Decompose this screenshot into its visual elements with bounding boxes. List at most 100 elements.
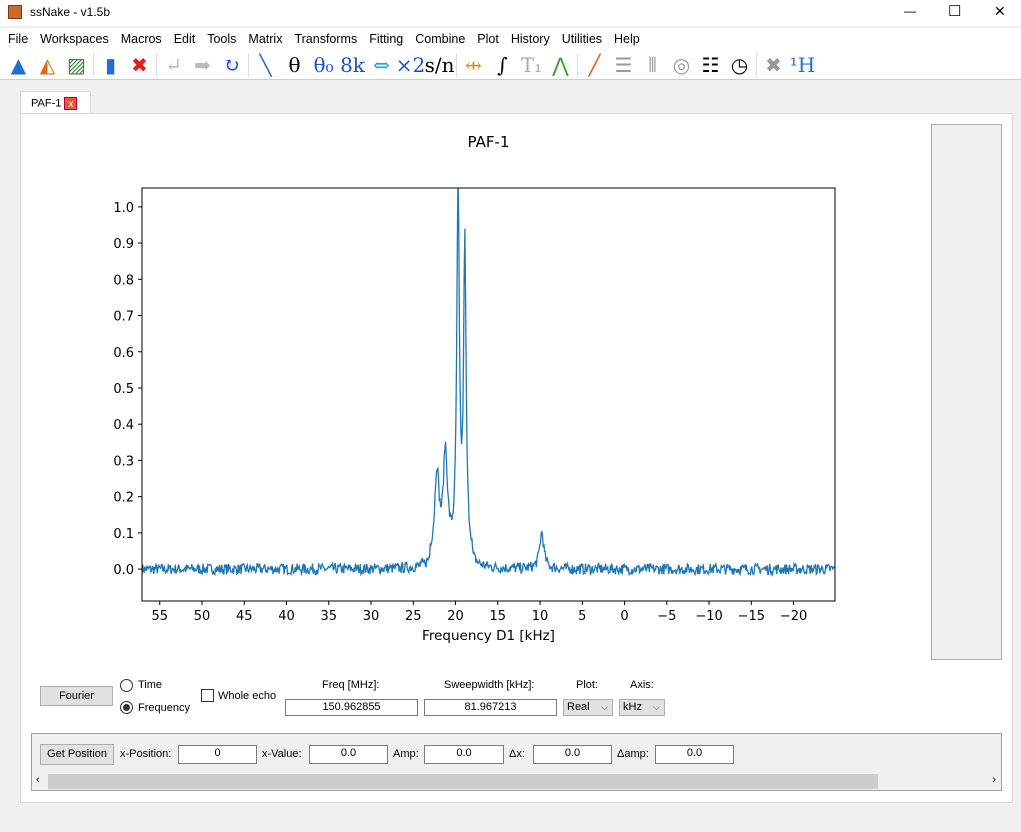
whole-echo-label: Whole echo — [218, 690, 277, 702]
stack-icon[interactable]: ☰ — [609, 52, 638, 78]
y-tick-label: 0.6 — [113, 346, 134, 361]
1h-icon[interactable]: ¹H — [788, 52, 817, 78]
tab-paf-1[interactable]: PAF-1 x — [20, 91, 91, 114]
x-position-label: x-Position: — [120, 748, 172, 760]
menu-transforms[interactable]: Transforms — [288, 28, 363, 50]
tab-label: PAF-1 — [31, 97, 62, 110]
x-axis-label: Frequency D1 [kHz] — [422, 628, 555, 644]
scroll-left-icon[interactable]: ‹ — [36, 774, 40, 786]
x-tick-label: 35 — [320, 609, 337, 624]
x-tick-label: 50 — [194, 609, 211, 624]
x-tick-label: 45 — [236, 609, 253, 624]
toolbar-separator — [156, 52, 157, 77]
duplicate-icon[interactable]: ▮ — [96, 52, 125, 78]
frequency-label: Frequency — [138, 702, 190, 714]
scroll-right-icon[interactable]: › — [992, 774, 996, 786]
toolbar-separator — [93, 52, 94, 77]
close-button[interactable]: ✕ — [994, 3, 1006, 20]
menu-history[interactable]: History — [505, 28, 556, 50]
toolbar: ▲ ◭ ▨ ▮ ✖ ↵ ➡ ↻ ╲ θ θ₀ 8k ⇔ ×2 s/n ⇹ ∫ T₁ ⋀ ╱ ☰ ⦀ ◎ ☷ ◷ ✖ ¹H — [0, 50, 1021, 80]
peak-icon[interactable]: ⋀ — [546, 52, 575, 78]
x-tick-label: −10 — [695, 609, 722, 624]
swap-icon[interactable]: ⇔ — [367, 52, 396, 78]
dx-input[interactable]: 0.0 — [533, 745, 612, 764]
plot-frame — [141, 187, 836, 602]
fourier-button[interactable]: Fourier — [40, 686, 113, 706]
window-title: ssNake - v1.5b — [30, 5, 111, 19]
phase-icon[interactable]: ╲ — [251, 52, 280, 78]
app-icon — [8, 5, 22, 19]
menu-bar: File Workspaces Macros Edit Tools Matrix Trans… — [0, 28, 1021, 50]
x-value-input[interactable]: 0.0 — [309, 745, 388, 764]
undo-icon[interactable]: ↵ — [159, 52, 188, 78]
theta0-icon[interactable]: θ₀ — [309, 52, 338, 78]
x-value-label: x-Value: — [262, 748, 302, 760]
x-tick-label: 30 — [363, 609, 380, 624]
x-tick-label: −5 — [657, 609, 676, 624]
menu-workspaces[interactable]: Workspaces — [34, 28, 115, 50]
menu-file[interactable]: File — [2, 28, 34, 50]
x-position-input[interactable]: 0 — [178, 745, 257, 764]
multiply2-icon[interactable]: ×2 — [396, 52, 425, 78]
y-tick-label: 0.7 — [113, 310, 134, 325]
maximize-button[interactable]: ☐ — [948, 2, 961, 20]
array-icon[interactable]: ⦀ — [638, 52, 667, 78]
toolbar-separator — [456, 52, 457, 77]
spectrum-chart[interactable]: PAF-155 50 45 40 35 30 25 20 15 10 5 0 −5 −10 −15 −200.… — [80, 125, 920, 655]
plot-label: Plot: — [576, 679, 599, 691]
theta-icon[interactable]: θ — [280, 52, 309, 78]
axis-select[interactable]: kHz ⌵ — [619, 699, 665, 716]
menu-utilities[interactable]: Utilities — [556, 28, 608, 50]
y-tick-label: 0.5 — [113, 382, 134, 397]
menu-fitting[interactable]: Fitting — [363, 28, 409, 50]
spectrum-line — [142, 188, 835, 577]
y-tick-label: 0.8 — [113, 273, 134, 288]
sweepwidth-input[interactable]: 81.967213 — [424, 699, 557, 716]
plot-select[interactable]: Real ⌵ — [563, 699, 613, 716]
horizontal-scrollbar[interactable]: ‹ › — [32, 773, 1001, 790]
x-tick-label: 40 — [278, 609, 295, 624]
open-icon[interactable]: ▲ — [4, 52, 33, 78]
reload-icon[interactable]: ↻ — [217, 52, 246, 78]
minimize-button[interactable]: — — [904, 4, 916, 18]
width-icon[interactable]: ⇹ — [459, 52, 488, 78]
y-tick-label: 0.1 — [113, 527, 134, 542]
title-bar: ssNake - v1.5b — ☐ ✕ — [0, 0, 1021, 26]
menu-plot[interactable]: Plot — [471, 28, 505, 50]
integral-icon[interactable]: ∫ — [488, 52, 517, 78]
x-tick-label: 20 — [447, 609, 464, 624]
matlab-icon[interactable]: ◭ — [33, 52, 62, 78]
menu-help[interactable]: Help — [608, 28, 646, 50]
menu-combine[interactable]: Combine — [409, 28, 471, 50]
whole-echo-checkbox[interactable] — [201, 689, 214, 702]
freq-input[interactable]: 150.962855 — [285, 699, 418, 716]
damp-input[interactable]: 0.0 — [655, 745, 734, 764]
snr-icon[interactable]: s/n — [425, 52, 455, 78]
get-position-button[interactable]: Get Position — [40, 744, 114, 765]
line-icon[interactable]: ╱ — [580, 52, 609, 78]
frequency-radio[interactable] — [120, 701, 133, 714]
y-tick-label: 0.0 — [113, 563, 134, 578]
contour-icon[interactable]: ◎ — [667, 52, 696, 78]
menu-macros[interactable]: Macros — [115, 28, 168, 50]
x-tick-label: −20 — [780, 609, 807, 624]
x-tick-label: 25 — [405, 609, 422, 624]
toolbar-separator — [577, 52, 578, 77]
menu-matrix[interactable]: Matrix — [242, 28, 288, 50]
t1-icon[interactable]: T₁ — [517, 52, 546, 78]
close-gray-icon[interactable]: ✖ — [759, 52, 788, 78]
tab-close-icon[interactable]: x — [64, 97, 78, 110]
image-icon[interactable]: ▨ — [62, 52, 91, 78]
clock-icon[interactable]: ◷ — [725, 52, 754, 78]
amp-input[interactable]: 0.0 — [424, 745, 504, 764]
8k-icon[interactable]: 8k — [338, 52, 367, 78]
menu-edit[interactable]: Edit — [168, 28, 202, 50]
y-tick-label: 0.3 — [113, 454, 134, 469]
redo-icon[interactable]: ➡ — [188, 52, 217, 78]
menu-tools[interactable]: Tools — [201, 28, 242, 50]
y-tick-label: 0.9 — [113, 237, 134, 252]
scrollbar-thumb[interactable] — [48, 774, 878, 789]
list-icon[interactable]: ☷ — [696, 52, 725, 78]
time-radio[interactable] — [120, 679, 133, 692]
delete-icon[interactable]: ✖ — [125, 52, 154, 78]
